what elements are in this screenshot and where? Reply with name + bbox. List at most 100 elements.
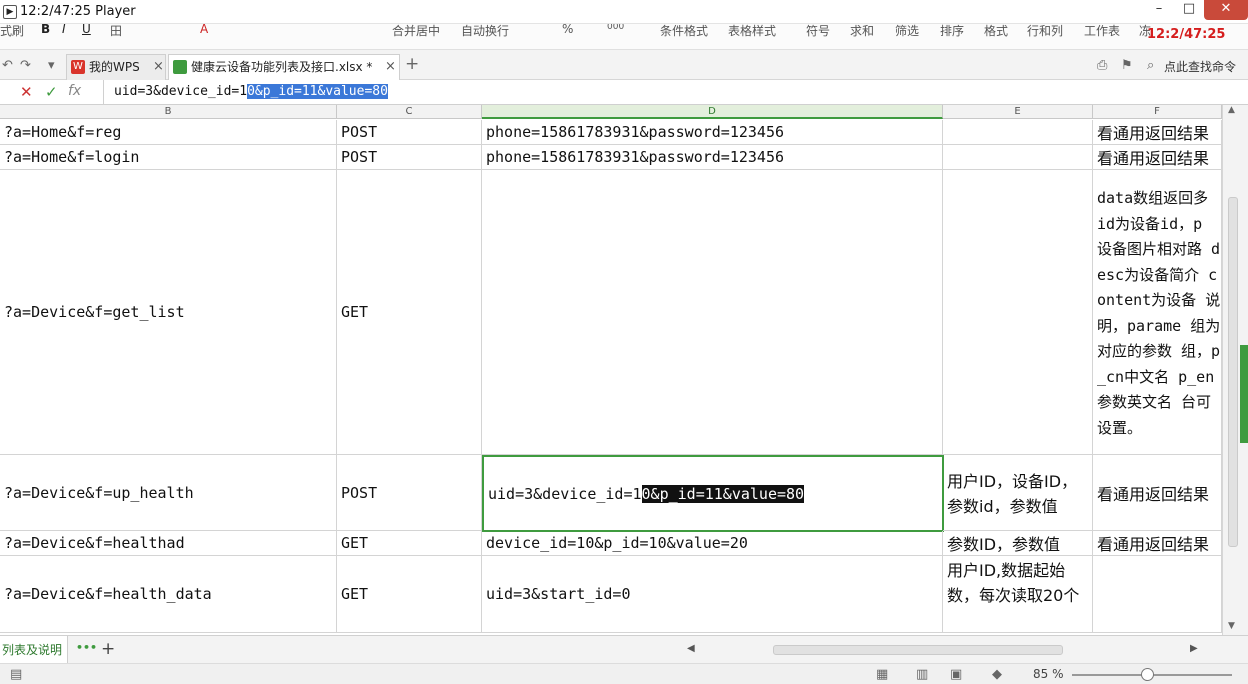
- add-sheet-button[interactable]: +: [101, 639, 115, 659]
- formula-input[interactable]: uid=3&device_id=10&p_id=11&value=80: [103, 80, 1233, 105]
- merge-center-button[interactable]: 合并居中: [392, 24, 440, 39]
- active-cell-d-up-health[interactable]: uid=3&device_id=1 0&p_id=11&value=80: [482, 455, 944, 532]
- window-title: 12:2/47:25 Player: [20, 4, 136, 19]
- percent-button[interactable]: %: [562, 24, 573, 36]
- column-header-c[interactable]: C: [337, 105, 482, 119]
- cell-d-login[interactable]: phone=15861783931&password=123456: [482, 145, 943, 170]
- tab-label: 健康云设备功能列表及接口.xlsx *: [191, 60, 373, 74]
- scroll-up-icon[interactable]: ▲: [1228, 105, 1235, 115]
- close-window-button[interactable]: ✕: [1204, 0, 1248, 20]
- cell-e-health-data[interactable]: 用户ID,数据起始数，每次读取20个: [943, 556, 1093, 633]
- zoom-slider-knob[interactable]: [1141, 668, 1154, 681]
- bold-button[interactable]: B: [41, 24, 50, 36]
- cell-c-get-list[interactable]: GET: [337, 170, 482, 455]
- macro-icon[interactable]: ▤: [10, 667, 22, 682]
- vertical-scroll-thumb[interactable]: [1228, 197, 1238, 547]
- cell-f-reg[interactable]: 看通用返回结果: [1093, 120, 1222, 145]
- decimal-button[interactable]: 000: [607, 24, 624, 32]
- player-app-icon: ▶: [3, 5, 17, 19]
- cell-f-healthad[interactable]: 看通用返回结果: [1093, 531, 1222, 556]
- tab-my-wps[interactable]: W 我的WPS ×: [66, 54, 166, 80]
- cell-d-health-data[interactable]: uid=3&start_id=0: [482, 556, 943, 633]
- cell-f-up-health[interactable]: 看通用返回结果: [1093, 455, 1222, 531]
- close-tab-icon[interactable]: ×: [153, 55, 164, 79]
- cell-b-health-data[interactable]: ?a=Device&f=health_data: [0, 556, 337, 633]
- table-style-button[interactable]: 表格样式: [728, 24, 776, 39]
- search-icon[interactable]: ⌕: [1147, 58, 1154, 73]
- maximize-button[interactable]: □: [1174, 0, 1204, 20]
- cell-d-healthad[interactable]: device_id=10&p_id=10&value=20: [482, 531, 943, 556]
- cell-b-healthad[interactable]: ?a=Device&f=healthad: [0, 531, 337, 556]
- scroll-down-icon[interactable]: ▼: [1228, 621, 1235, 631]
- document-icon[interactable]: ⎙: [1097, 58, 1107, 73]
- cell-e-get-list[interactable]: [943, 170, 1093, 455]
- worksheet-button[interactable]: 工作表: [1084, 24, 1120, 39]
- horizontal-scroll-thumb[interactable]: [773, 645, 1063, 655]
- formula-text: uid=3&device_id=1: [114, 84, 248, 99]
- conditional-format-button[interactable]: 条件格式: [660, 24, 708, 39]
- wrap-text-button[interactable]: 自动换行: [461, 24, 509, 39]
- cell-c-up-health[interactable]: POST: [337, 455, 482, 531]
- command-search-label[interactable]: 点此查找命令: [1164, 58, 1236, 75]
- column-header-d[interactable]: D: [482, 105, 943, 119]
- side-panel-handle[interactable]: [1240, 345, 1248, 443]
- status-bar: ▤ ▦ ▥ ▣ ◆ 85 %: [0, 663, 1248, 684]
- function-icon[interactable]: fx: [68, 83, 81, 99]
- underline-button[interactable]: U: [82, 24, 91, 36]
- normal-view-icon[interactable]: ▦: [876, 667, 888, 682]
- undo-icon[interactable]: ↶: [2, 58, 13, 73]
- cell-f-login[interactable]: 看通用返回结果: [1093, 145, 1222, 170]
- cell-f-health-data[interactable]: [1093, 556, 1222, 633]
- cell-b-reg[interactable]: ?a=Home&f=reg: [0, 120, 337, 145]
- tab-spreadsheet-file[interactable]: 健康云设备功能列表及接口.xlsx * ×: [168, 54, 400, 80]
- confirm-edit-icon[interactable]: ✓: [45, 83, 58, 101]
- cell-f-get-list[interactable]: data数组返回多 id为设备id，p 设备图片相对路 desc为设备简介 co…: [1093, 170, 1222, 455]
- sum-button[interactable]: 求和: [850, 24, 874, 39]
- italic-button[interactable]: I: [62, 24, 66, 36]
- spreadsheet-grid: ?a=Home&f=reg POST phone=15861783931&pas…: [0, 120, 1222, 634]
- cell-c-health-data[interactable]: GET: [337, 556, 482, 633]
- cell-b-login[interactable]: ?a=Home&f=login: [0, 145, 337, 170]
- format-button[interactable]: 格式: [984, 24, 1008, 39]
- wps-logo-icon: W: [71, 60, 85, 74]
- cell-e-login[interactable]: [943, 145, 1093, 170]
- cell-e-healthad[interactable]: 参数ID，参数值: [943, 531, 1093, 556]
- cell-c-login[interactable]: POST: [337, 145, 482, 170]
- title-bar: ▶ 12:2/47:25 Player – □ ✕: [0, 0, 1248, 24]
- filter-button[interactable]: 筛选: [895, 24, 919, 39]
- ribbon-toolbar: 式刷 B I U 田 A 合并居中 自动换行 % 000 条件格式 表格样式 符…: [0, 24, 1248, 50]
- column-header-f[interactable]: F: [1093, 105, 1222, 119]
- column-header-e[interactable]: E: [943, 105, 1093, 119]
- flag-icon[interactable]: ⚑: [1121, 58, 1133, 73]
- format-painter-button[interactable]: 式刷: [0, 24, 24, 39]
- column-header-b[interactable]: B: [0, 105, 337, 119]
- more-sheets-icon[interactable]: •••: [76, 641, 97, 654]
- zoom-level: 85 %: [1033, 667, 1064, 681]
- cancel-edit-icon[interactable]: ✕: [20, 83, 33, 101]
- cell-e-reg[interactable]: [943, 120, 1093, 145]
- cell-c-healthad[interactable]: GET: [337, 531, 482, 556]
- sort-button[interactable]: 排序: [940, 24, 964, 39]
- cell-b-up-health[interactable]: ?a=Device&f=up_health: [0, 455, 337, 531]
- border-button[interactable]: 田: [110, 24, 122, 39]
- page-layout-icon[interactable]: ▥: [916, 667, 928, 682]
- scroll-left-icon[interactable]: ◀: [687, 643, 695, 654]
- font-color-button[interactable]: A: [200, 24, 208, 36]
- protect-view-icon[interactable]: ◆: [992, 667, 1002, 682]
- new-tab-button[interactable]: +: [405, 54, 419, 74]
- sheet-tab-active[interactable]: 列表及说明: [0, 636, 68, 664]
- rows-columns-button[interactable]: 行和列: [1027, 24, 1063, 39]
- cell-e-up-health[interactable]: 用户ID，设备ID，参数id，参数值: [943, 455, 1093, 531]
- scroll-right-icon[interactable]: ▶: [1190, 643, 1198, 654]
- symbol-button[interactable]: 符号: [806, 24, 830, 39]
- cell-b-get-list[interactable]: ?a=Device&f=get_list: [0, 170, 337, 455]
- chevron-down-icon[interactable]: ▾: [48, 58, 55, 73]
- cell-d-reg[interactable]: phone=15861783931&password=123456: [482, 120, 943, 145]
- minimize-button[interactable]: –: [1144, 0, 1174, 20]
- page-break-icon[interactable]: ▣: [950, 667, 962, 682]
- close-tab-icon[interactable]: ×: [385, 55, 396, 79]
- cell-c-reg[interactable]: POST: [337, 120, 482, 145]
- time-overlay: 12:2/47:25: [1147, 27, 1226, 42]
- cell-d-get-list[interactable]: [482, 170, 943, 455]
- redo-icon[interactable]: ↷: [20, 58, 31, 73]
